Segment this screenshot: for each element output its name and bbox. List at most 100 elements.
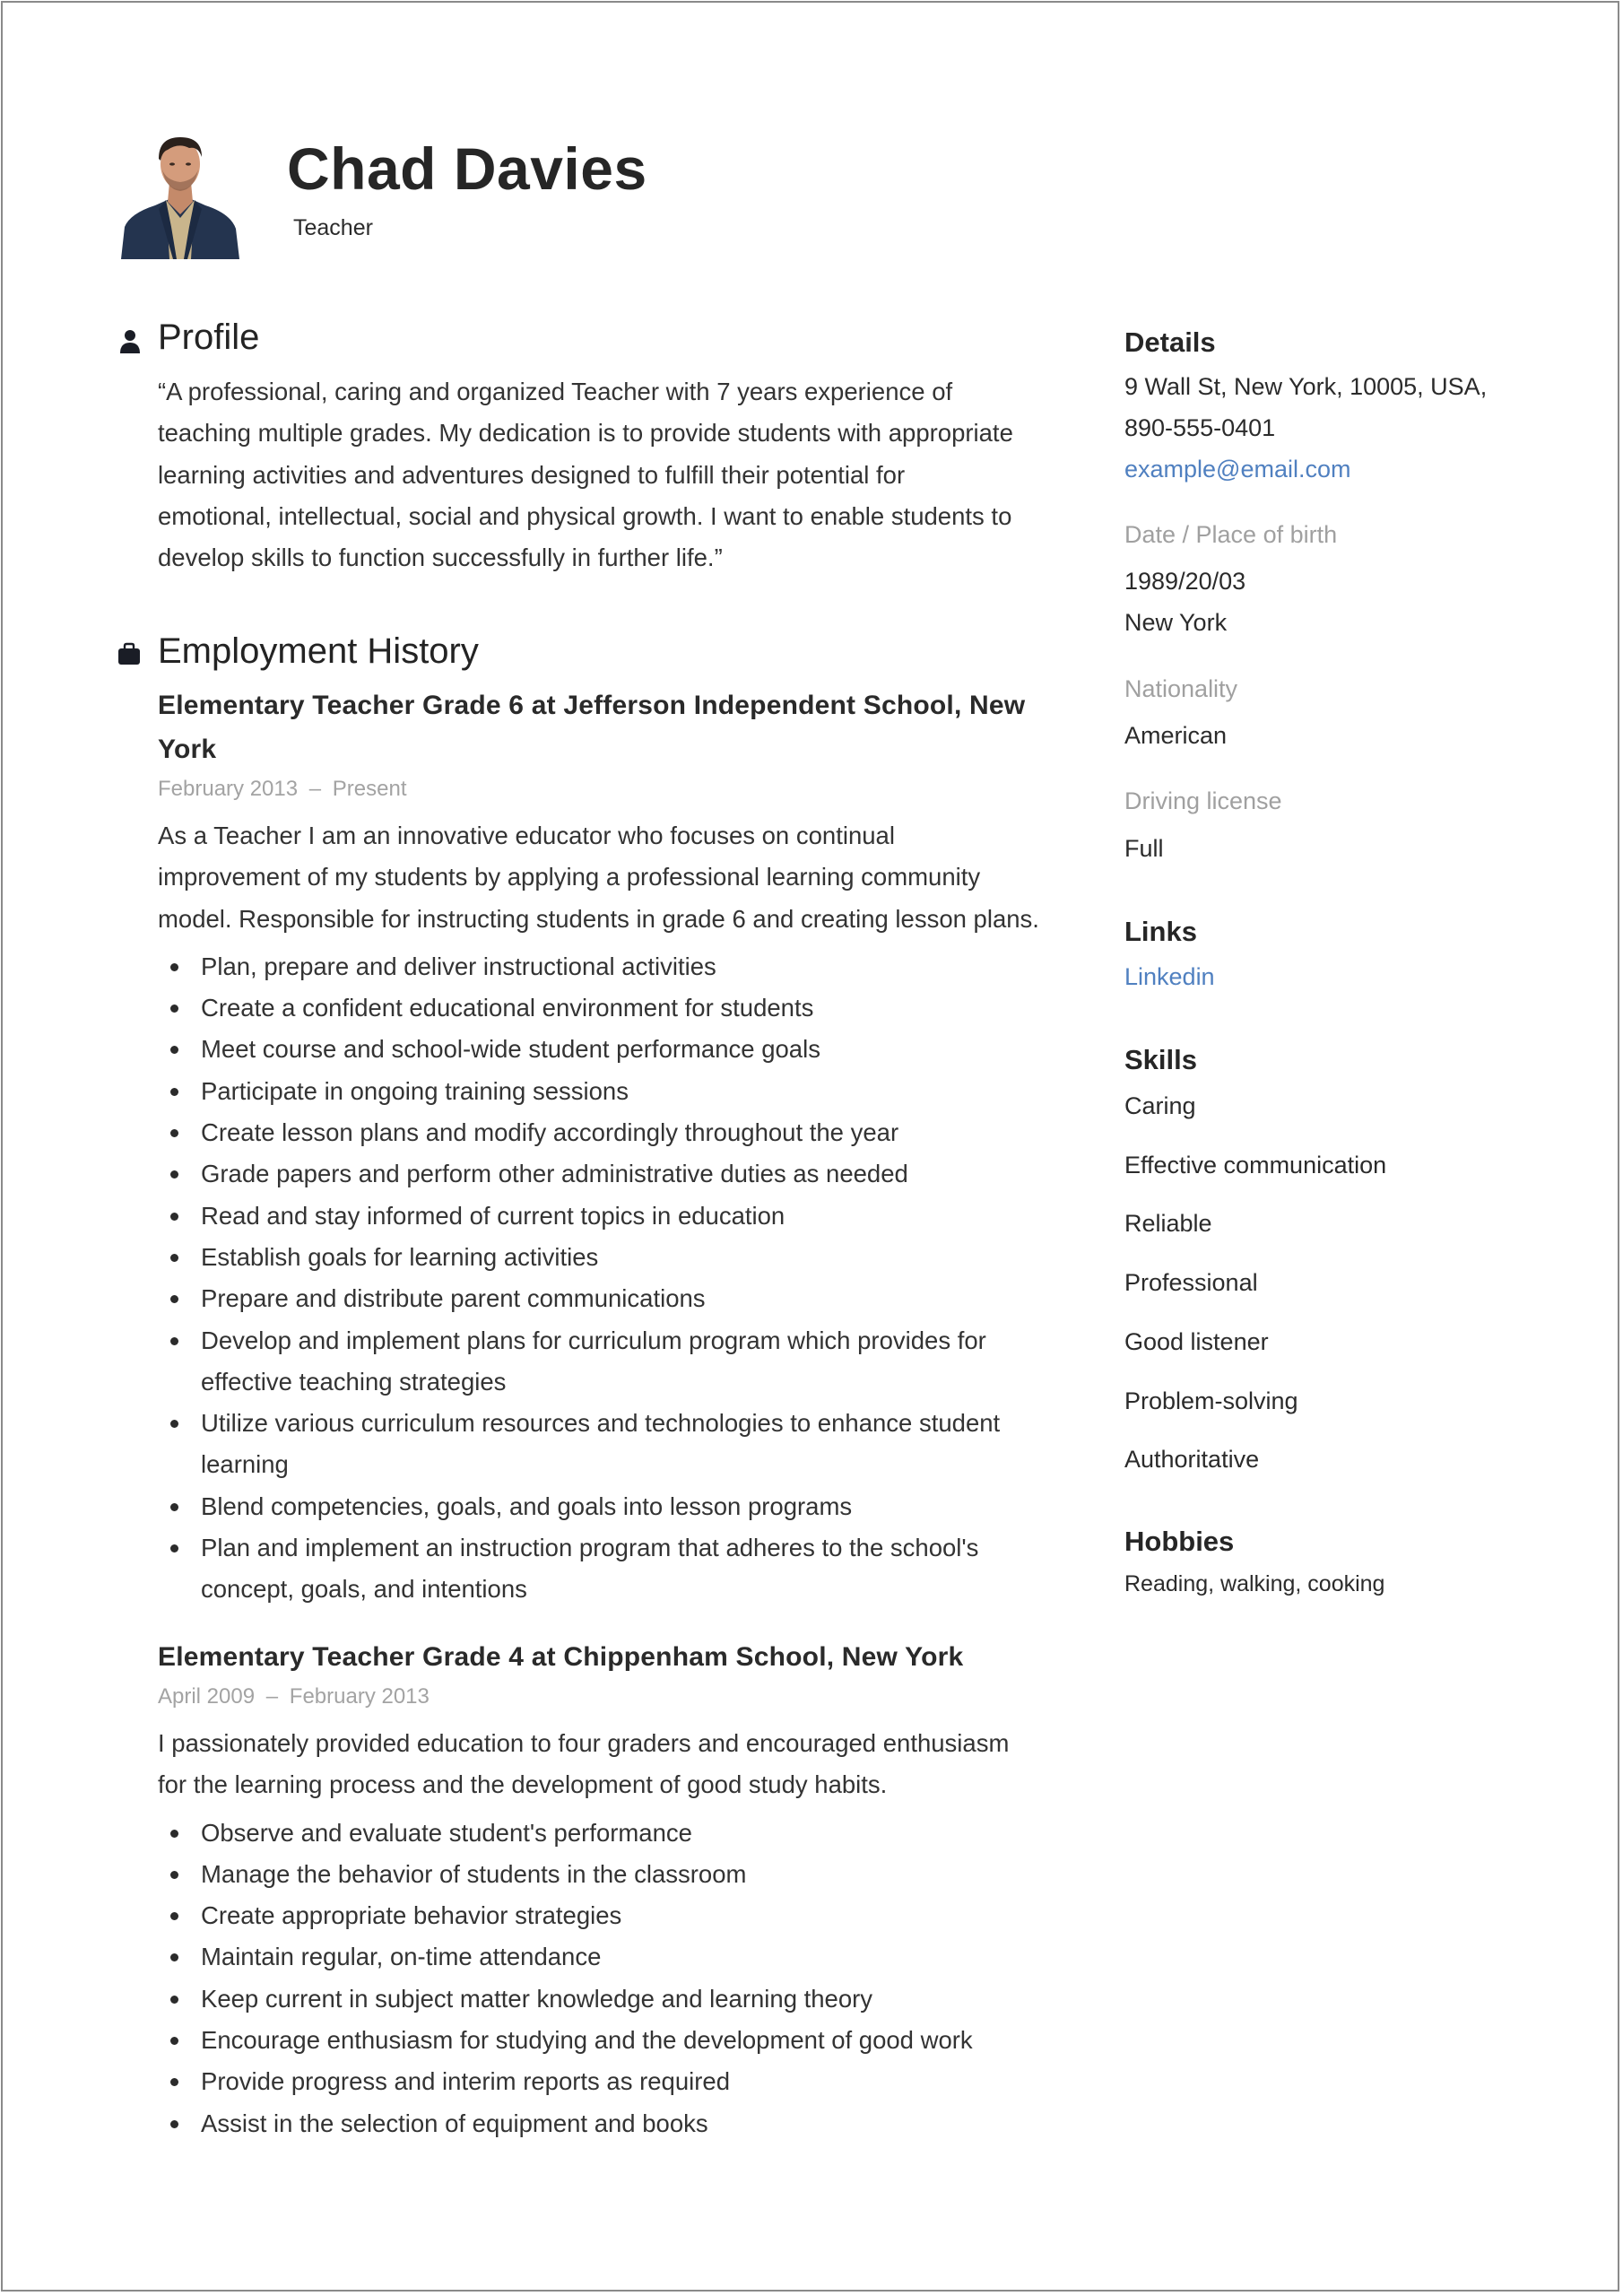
job-duty-text: Create a confident educational environme… [201, 994, 814, 1022]
bullet-icon [170, 1336, 178, 1345]
job-duty-text: Maintain regular, on-time attendance [201, 1943, 602, 1971]
bullet-icon [170, 1046, 178, 1055]
job-description-line: I passionately provided education to fou… [158, 1729, 1010, 1757]
profile-summary: “A professional, caring and organized Te… [158, 371, 1063, 578]
details-heading: Details [1124, 326, 1216, 358]
job-duty-item: Create lesson plans and modify according… [158, 1112, 1063, 1153]
portrait-illustration [119, 128, 241, 259]
job-duty-text: Establish goals for learning activities [201, 1242, 599, 1271]
license-label: Driving license [1124, 787, 1282, 814]
job-duties-list: Plan, prepare and deliver instructional … [158, 946, 1063, 1611]
bullet-icon [170, 1295, 178, 1304]
details-address: 9 Wall St, New York, 10005, USA, [1124, 373, 1488, 400]
job-start-date: April 2009 [158, 1684, 256, 1709]
job-duty-text: Prepare and distribute parent communicat… [201, 1284, 706, 1313]
job-description: I passionately provided education to fou… [158, 1723, 1063, 1806]
job-duty-text: Plan, prepare and deliver instructional … [201, 952, 716, 980]
license-value: Full [1124, 835, 1164, 862]
job-dates: April 2009 – February 2013 [158, 1679, 1063, 1715]
bullet-icon [170, 1129, 178, 1138]
bullet-icon [170, 1953, 178, 1962]
skill-item: Effective communication [1124, 1151, 1387, 1178]
job-duty-text: Meet course and school-wide student perf… [201, 1035, 820, 1064]
job-duty-item: Assist in the selection of equipment and… [158, 2103, 1063, 2144]
job-description-line: improvement of my students by applying a… [158, 863, 981, 891]
profile-line: emotional, intellectual, social and phys… [158, 501, 1012, 530]
skill-item: Good listener [1124, 1327, 1269, 1355]
skill-item: Reliable [1124, 1210, 1212, 1238]
linkedin-link[interactable]: Linkedin [1124, 963, 1215, 991]
person-icon [119, 329, 141, 354]
job-entry: Elementary Teacher Grade 4 at Chippenham… [158, 1635, 1063, 2144]
bullet-icon [170, 1087, 178, 1096]
job-description-line: for the learning process and the develop… [158, 1770, 888, 1799]
bullet-icon [170, 1170, 178, 1179]
job-duty-text: Provide progress and interim reports as … [201, 2067, 731, 2096]
details-email-link[interactable]: example@email.com [1124, 456, 1351, 483]
job-title-line: Elementary Teacher Grade 6 at Jefferson … [158, 691, 1026, 720]
bullet-icon [170, 2078, 178, 2087]
date-separator: – [265, 1684, 279, 1709]
job-title-line: Elementary Teacher Grade 4 at Chippenham… [158, 1642, 964, 1672]
job-entry: Elementary Teacher Grade 6 at Jefferson … [158, 683, 1063, 1611]
nationality-value: American [1124, 722, 1228, 749]
job-duty-text: Keep current in subject matter knowledge… [201, 1984, 873, 2013]
job-duty-text: effective teaching strategies [201, 1367, 507, 1396]
job-duty-text: Develop and implement plans for curricul… [201, 1326, 986, 1354]
job-duties-list: Observe and evaluate student's performan… [158, 1813, 1063, 2144]
bullet-icon [170, 1829, 178, 1838]
job-duty-item: Meet course and school-wide student perf… [158, 1029, 1063, 1070]
job-duty-item: Develop and implement plans for curricul… [158, 1320, 1063, 1404]
job-duty-text: Blend competencies, goals, and goals int… [201, 1492, 853, 1520]
job-duty-item: Participate in ongoing training sessions [158, 1071, 1063, 1112]
job-description-line: As a Teacher I am an innovative educator… [158, 822, 895, 849]
job-duty-text: Grade papers and perform other administr… [201, 1160, 908, 1188]
job-duty-text: Plan and implement an instruction progra… [201, 1534, 979, 1562]
job-duty-item: Manage the behavior of students in the c… [158, 1854, 1063, 1895]
details-phone: 890-555-0401 [1124, 414, 1276, 441]
job-duty-item: Utilize various curriculum resources and… [158, 1403, 1063, 1486]
skill-item: Caring [1124, 1092, 1196, 1119]
profile-line: learning activities and adventures desig… [158, 460, 906, 489]
job-start-date: February 2013 [158, 777, 299, 801]
nationality-label: Nationality [1124, 675, 1238, 702]
job-duty-text: learning [201, 1450, 289, 1479]
job-duty-item: Plan and implement an instruction progra… [158, 1527, 1063, 1611]
job-duty-text: Read and stay informed of current topics… [201, 1201, 785, 1230]
job-duty-text: concept, goals, and intentions [201, 1575, 527, 1604]
job-duty-text: Create lesson plans and modify according… [201, 1118, 899, 1147]
job-duty-text: Utilize various curriculum resources and… [201, 1409, 1001, 1438]
bullet-icon [170, 1212, 178, 1221]
job-duty-item: Establish goals for learning activities [158, 1237, 1063, 1278]
job-duty-item: Create a confident educational environme… [158, 987, 1063, 1029]
bullet-icon [170, 1253, 178, 1262]
candidate-name: Chad Davies [287, 135, 647, 202]
job-duty-item: Maintain regular, on-time attendance [158, 1936, 1063, 1978]
profile-line: “A professional, caring and organized Te… [158, 378, 953, 405]
job-duty-text: Observe and evaluate student's performan… [201, 1818, 692, 1847]
job-duty-item: Observe and evaluate student's performan… [158, 1813, 1063, 1854]
job-duty-text: Assist in the selection of equipment and… [201, 2109, 708, 2137]
skill-item: Professional [1124, 1269, 1258, 1297]
job-duty-text: Participate in ongoing training sessions [201, 1076, 629, 1105]
candidate-title: Teacher [293, 215, 373, 240]
bullet-icon [170, 1004, 178, 1013]
links-heading: Links [1124, 916, 1197, 947]
profile-heading: Profile [158, 317, 260, 357]
bullet-icon [170, 1502, 178, 1511]
bullet-icon [170, 962, 178, 971]
job-duty-text: Manage the behavior of students in the c… [201, 1859, 747, 1888]
job-duty-item: Encourage enthusiasm for studying and th… [158, 2020, 1063, 2061]
job-duty-text: Create appropriate behavior strategies [201, 1901, 622, 1930]
bullet-icon [170, 1912, 178, 1921]
job-duty-item: Read and stay informed of current topics… [158, 1196, 1063, 1237]
job-duty-item: Keep current in subject matter knowledge… [158, 1979, 1063, 2020]
job-end-date: Present [332, 777, 407, 801]
job-duty-item: Prepare and distribute parent communicat… [158, 1278, 1063, 1319]
bullet-icon [170, 1995, 178, 2004]
job-duty-item: Blend competencies, goals, and goals int… [158, 1486, 1063, 1527]
bullet-icon [170, 2119, 178, 2128]
job-title-line: York [158, 735, 217, 764]
job-duty-item: Grade papers and perform other administr… [158, 1153, 1063, 1195]
job-dates: February 2013 – Present [158, 771, 1063, 807]
